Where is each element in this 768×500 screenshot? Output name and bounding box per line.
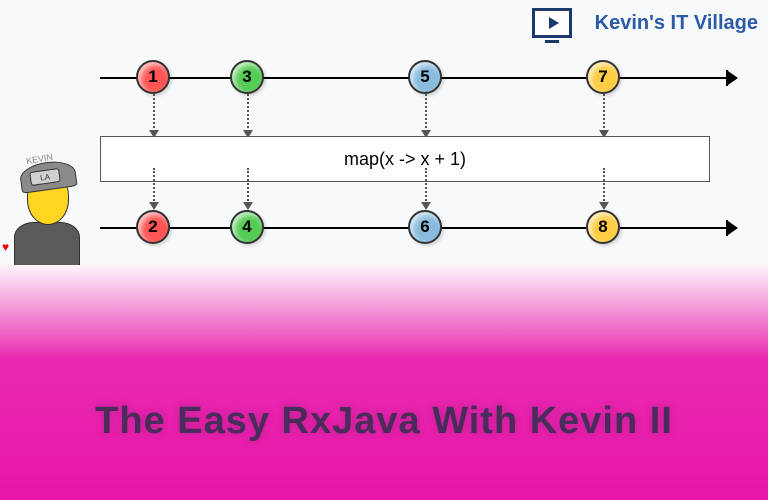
connector-line bbox=[247, 94, 249, 132]
marble-value: 5 bbox=[420, 67, 429, 87]
connector-line bbox=[603, 94, 605, 132]
output-timeline: 2 4 6 8 bbox=[100, 202, 738, 252]
marble-value: 3 bbox=[242, 67, 251, 87]
operator-box: map(x -> x + 1) bbox=[100, 136, 710, 182]
marble-diagram: 1 3 5 7 map(x -> x + 1) 2 4 bbox=[100, 0, 738, 252]
operator-expression: map(x -> x + 1) bbox=[344, 149, 466, 170]
marble-value: 4 bbox=[242, 217, 251, 237]
marble-input-2: 5 bbox=[408, 60, 442, 94]
input-timeline: 1 3 5 7 bbox=[100, 52, 738, 102]
connector-arrow-icon bbox=[599, 202, 609, 210]
upper-panel: Kevin's IT Village ♥ KEVIN LA 1 3 5 7 bbox=[0, 0, 768, 265]
connector-line bbox=[425, 168, 427, 204]
marble-value: 2 bbox=[148, 217, 157, 237]
marble-input-1: 3 bbox=[230, 60, 264, 94]
axis-arrow-icon bbox=[728, 71, 738, 85]
axis-arrow-icon bbox=[728, 221, 738, 235]
marble-value: 6 bbox=[420, 217, 429, 237]
connector-arrow-icon bbox=[243, 202, 253, 210]
connector-line bbox=[603, 168, 605, 204]
connector-line bbox=[247, 168, 249, 204]
marble-value: 1 bbox=[148, 67, 157, 87]
marble-output-2: 6 bbox=[408, 210, 442, 244]
marble-input-3: 7 bbox=[586, 60, 620, 94]
marble-value: 7 bbox=[598, 67, 607, 87]
heart-icon: ♥ bbox=[2, 240, 9, 254]
connector-line bbox=[153, 168, 155, 204]
connector-arrow-icon bbox=[421, 202, 431, 210]
marble-input-0: 1 bbox=[136, 60, 170, 94]
connector-line bbox=[425, 94, 427, 132]
marble-output-3: 8 bbox=[586, 210, 620, 244]
marble-value: 8 bbox=[598, 217, 607, 237]
marble-output-1: 4 bbox=[230, 210, 264, 244]
avatar-kevin: ♥ KEVIN LA bbox=[2, 140, 84, 270]
connector-line bbox=[153, 94, 155, 132]
marble-output-0: 2 bbox=[136, 210, 170, 244]
connector-arrow-icon bbox=[149, 202, 159, 210]
lower-panel bbox=[0, 265, 768, 500]
slide-title: The Easy RxJava With Kevin II bbox=[0, 400, 768, 443]
